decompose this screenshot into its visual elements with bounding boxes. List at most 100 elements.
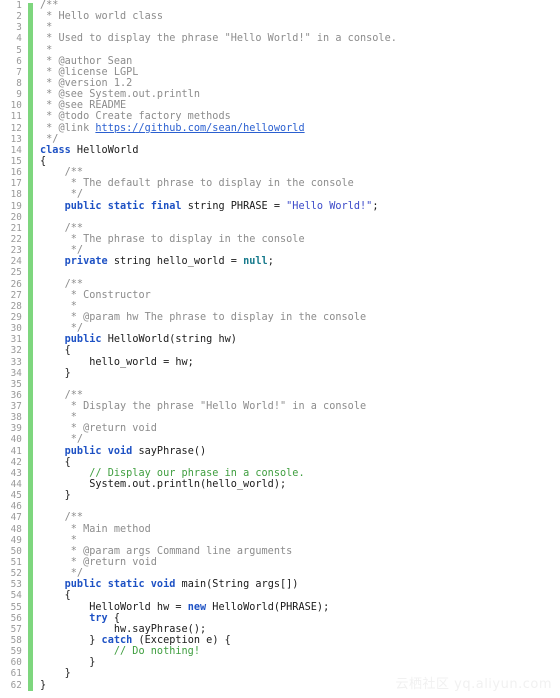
code-line[interactable]: * @link https://github.com/sean/hellowor… [40, 123, 560, 134]
token-doc: * Constructor [40, 289, 151, 301]
line-number-gutter[interactable]: 1 2 3 4 5 6 7 8 9 10 11 12 13 14 15 16 17 18 19 20 21 22 23 24 2… [0, 0, 27, 698]
token-link[interactable]: https://github.com/sean/helloworld [95, 123, 304, 134]
token-plain: string PHRASE = [181, 200, 287, 212]
token-doc: /** [40, 0, 59, 11]
token-plain: (Exception e) { [132, 635, 231, 647]
code-line[interactable]: } [40, 657, 560, 668]
code-line[interactable]: } [40, 490, 560, 501]
code-line[interactable]: * @version 1.2 [40, 78, 560, 89]
code-line[interactable]: * @see README [40, 100, 560, 111]
code-line[interactable]: } [40, 368, 560, 379]
code-line[interactable]: * Display the phrase "Hello World!" in a… [40, 401, 560, 412]
line-number: 35 [10, 378, 22, 390]
code-line[interactable]: * @author Sean [40, 56, 560, 67]
code-line[interactable]: } catch (Exception e) { [40, 635, 560, 646]
code-content[interactable]: /** * Hello world class * * Used to disp… [40, 0, 560, 698]
line-number: 62 [10, 679, 22, 691]
code-line[interactable]: { [40, 345, 560, 356]
token-doc: * @return void [40, 423, 157, 435]
code-line[interactable]: class HelloWorld [40, 145, 560, 156]
code-line[interactable] [40, 267, 560, 278]
code-line[interactable]: * The phrase to display in the console [40, 234, 560, 245]
code-line[interactable] [40, 212, 560, 223]
code-line[interactable]: */ [40, 189, 560, 200]
code-line[interactable]: * [40, 22, 560, 33]
code-line[interactable]: // Display our phrase in a console. [40, 468, 560, 479]
token-plain: } [40, 635, 102, 647]
token-string: "Hello World!" [286, 200, 373, 212]
line-number: 2 [16, 11, 22, 23]
line-number: 36 [10, 389, 22, 401]
code-line[interactable]: { [40, 156, 560, 167]
code-line[interactable]: */ [40, 134, 560, 145]
code-line[interactable]: */ [40, 434, 560, 445]
code-line[interactable]: public static final string PHRASE = "Hel… [40, 201, 560, 212]
code-line[interactable]: hw.sayPhrase(); [40, 624, 560, 635]
code-line[interactable]: public void sayPhrase() [40, 446, 560, 457]
token-plain: HelloWorld(string hw) [101, 334, 237, 346]
code-line[interactable]: * @param hw The phrase to display in the… [40, 312, 560, 323]
token-plain: } [40, 490, 71, 502]
code-line[interactable]: /** [40, 0, 560, 11]
line-number: 31 [10, 334, 22, 346]
code-line[interactable]: */ [40, 323, 560, 334]
code-line[interactable]: hello_world = hw; [40, 357, 560, 368]
line-number: 15 [10, 155, 22, 167]
code-line[interactable]: /** [40, 167, 560, 178]
code-line[interactable]: * The default phrase to display in the c… [40, 178, 560, 189]
token-plain: sayPhrase() [132, 445, 207, 457]
code-line[interactable]: System.out.println(hello_world); [40, 479, 560, 490]
code-line[interactable]: HelloWorld hw = new HelloWorld(PHRASE); [40, 602, 560, 613]
code-line[interactable]: /** [40, 512, 560, 523]
token-plain: } [40, 679, 47, 691]
code-line[interactable]: * [40, 412, 560, 423]
code-line[interactable]: * @todo Create factory methods [40, 111, 560, 122]
line-number: 44 [10, 479, 22, 491]
code-line[interactable]: /** [40, 279, 560, 290]
code-line[interactable]: * [40, 45, 560, 56]
code-line[interactable]: * Used to display the phrase "Hello Worl… [40, 33, 560, 44]
code-line[interactable] [40, 379, 560, 390]
code-line[interactable]: { [40, 590, 560, 601]
code-line[interactable]: { [40, 457, 560, 468]
code-line[interactable]: private string hello_world = null; [40, 256, 560, 267]
code-line[interactable]: public HelloWorld(string hw) [40, 334, 560, 345]
line-number: 57 [10, 623, 22, 635]
code-line[interactable]: * Hello world class [40, 11, 560, 22]
code-line[interactable]: * @return void [40, 423, 560, 434]
code-editor[interactable]: 1 2 3 4 5 6 7 8 9 10 11 12 13 14 15 16 17 18 19 20 21 22 23 24 2… [0, 0, 560, 698]
code-line[interactable]: * @param args Command line arguments [40, 546, 560, 557]
token-plain: HelloWorld [70, 144, 139, 156]
line-number: 17 [10, 178, 22, 190]
code-line[interactable]: */ [40, 568, 560, 579]
code-line[interactable]: * @see System.out.println [40, 89, 560, 100]
token-plain: } [40, 668, 71, 680]
code-line[interactable]: * @return void [40, 557, 560, 568]
token-kw: catch [101, 635, 133, 647]
token-doc: * The phrase to display in the console [40, 233, 305, 245]
code-line[interactable]: try { [40, 613, 560, 624]
line-number: 47 [10, 512, 22, 524]
code-line[interactable]: * @license LGPL [40, 67, 560, 78]
token-plain: { [40, 590, 71, 602]
line-number: 59 [10, 646, 22, 658]
token-doc: * @see README [40, 100, 127, 112]
code-line[interactable]: * [40, 301, 560, 312]
line-number: 54 [10, 590, 22, 602]
line-number: 52 [10, 568, 22, 580]
line-number: 8 [16, 77, 22, 89]
token-doc: * Display the phrase "Hello World!" in a… [40, 401, 367, 413]
code-line[interactable]: * [40, 535, 560, 546]
code-line[interactable]: * Main method [40, 524, 560, 535]
code-line[interactable]: public static void main(String args[]) [40, 579, 560, 590]
code-line[interactable]: /** [40, 223, 560, 234]
code-line[interactable] [40, 501, 560, 512]
code-line[interactable]: * Constructor [40, 290, 560, 301]
line-number: 61 [10, 668, 22, 680]
code-line[interactable]: */ [40, 245, 560, 256]
line-number: 4 [16, 33, 22, 45]
code-line[interactable]: /** [40, 390, 560, 401]
code-line[interactable]: // Do nothing! [40, 646, 560, 657]
